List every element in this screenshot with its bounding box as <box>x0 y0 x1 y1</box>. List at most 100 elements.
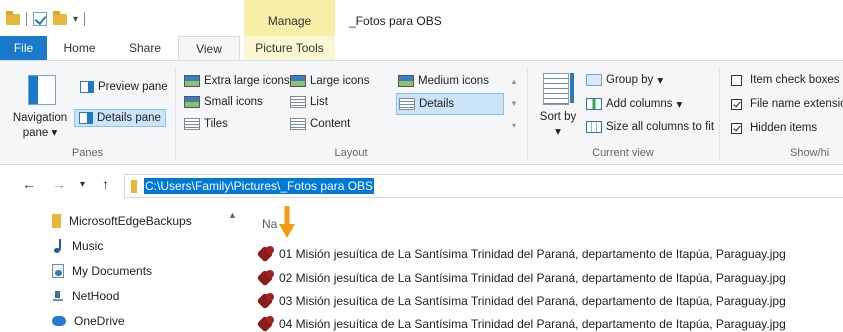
details-label: Details <box>419 98 455 110</box>
size-columns-icon <box>586 121 602 133</box>
navigation-pane-button[interactable]: Navigation pane ▾ <box>4 111 76 141</box>
large-icons-icon <box>290 75 306 87</box>
nav-item-label: My Documents <box>72 264 153 278</box>
folder-icon <box>52 214 61 228</box>
tab-view[interactable]: View <box>178 36 240 61</box>
navigation-pane-icon[interactable] <box>28 75 56 105</box>
folder-icon <box>131 180 137 193</box>
manage-context-label: Manage <box>267 14 312 28</box>
group-by-icon <box>586 74 602 86</box>
size-all-columns-button[interactable]: Size all columns to fit <box>586 121 714 133</box>
details-pane-button[interactable]: Details pane <box>74 109 166 127</box>
tab-share[interactable]: Share <box>112 36 178 61</box>
show-hide-group-label: Show/hi <box>790 147 830 159</box>
hidden-items-toggle[interactable]: Hidden items <box>731 122 817 134</box>
item-check-boxes-checkbox[interactable] <box>731 74 742 86</box>
sort-arrow-icon <box>570 73 574 103</box>
layout-details[interactable]: Details <box>396 93 504 115</box>
tiles-label: Tiles <box>204 118 228 130</box>
layout-extra-large-icons[interactable]: Extra large icons <box>184 75 290 87</box>
group-divider <box>175 67 176 159</box>
sort-by-button[interactable]: Sort by ▾ <box>538 110 578 140</box>
layout-group-label: Layout <box>334 147 368 159</box>
layout-small-icons[interactable]: Small icons <box>184 96 263 108</box>
address-path[interactable]: C:\Users\Family\Pictures\_Fotos para OBS <box>144 178 375 194</box>
nav-item-label: NetHood <box>72 289 120 303</box>
address-bar[interactable]: C:\Users\Family\Pictures\_Fotos para OBS <box>124 174 843 198</box>
chevron-down-icon: ▾ <box>676 99 683 111</box>
navigation-pane-label: Navigation pane <box>12 112 68 139</box>
file-row[interactable]: 01 Misión jesuítica de La Santísima Trin… <box>257 243 786 265</box>
tab-picture-tools[interactable]: Picture Tools <box>244 36 335 61</box>
nav-item-my-documents[interactable]: My Documents <box>52 260 152 282</box>
sort-by-icon[interactable] <box>543 73 569 105</box>
item-check-boxes-label: Item check boxes <box>750 74 840 86</box>
up-arrow-icon[interactable]: ↑ <box>102 176 109 192</box>
tiles-icon <box>184 118 200 130</box>
large-icons-label: Large icons <box>310 75 370 87</box>
content-label: Content <box>310 118 351 130</box>
file-row[interactable]: 03 Misión jesuítica de La Santísima Trin… <box>257 290 786 312</box>
layout-content[interactable]: Content <box>290 118 350 130</box>
image-file-icon <box>257 316 277 332</box>
navigation-bar: ← → ▾ ↑ C:\Users\Family\Pictures\_Fotos … <box>0 166 843 206</box>
medium-icons-label: Medium icons <box>418 75 489 87</box>
file-name: 04 Misión jesuítica de La Santísima Trin… <box>279 317 786 331</box>
layout-tiles[interactable]: Tiles <box>184 118 228 130</box>
navigation-pane: ▲ MicrosoftEdgeBackups Music My Document… <box>0 206 247 332</box>
hidden-items-label: Hidden items <box>750 122 818 134</box>
panes-group-label: Panes <box>71 147 104 159</box>
annotation-arrow-icon <box>279 206 295 238</box>
extra-large-icons-label: Extra large icons <box>204 75 290 87</box>
scroll-up-icon[interactable]: ▲ <box>228 210 237 220</box>
folder-icon <box>6 10 20 25</box>
forward-arrow-icon[interactable]: → <box>52 176 66 192</box>
nav-item-nethood[interactable]: NetHood <box>52 285 119 307</box>
quick-access-toolbar: ▾ <box>6 10 86 28</box>
file-name: 03 Misión jesuítica de La Santísima Trin… <box>279 294 786 308</box>
add-columns-button[interactable]: Add columns ▾ <box>586 97 682 111</box>
back-arrow-icon[interactable]: ← <box>22 176 36 192</box>
file-row[interactable]: 02 Misión jesuítica de La Santísima Trin… <box>257 267 786 289</box>
extra-large-icons-icon <box>184 75 200 87</box>
list-icon <box>290 96 306 108</box>
nav-item-microsoftedgebackups[interactable]: MicrosoftEdgeBackups <box>52 210 192 232</box>
new-folder-icon[interactable] <box>53 10 67 25</box>
customize-toolbar-icon[interactable]: ▾ <box>73 14 78 25</box>
nav-item-label: MicrosoftEdgeBackups <box>69 214 192 228</box>
group-by-button[interactable]: Group by ▾ <box>586 73 663 87</box>
add-columns-label: Add columns <box>606 98 673 110</box>
file-name-extensions-toggle[interactable]: File name extensio <box>731 98 843 110</box>
chevron-down-icon: ▾ <box>51 127 58 139</box>
documents-icon <box>52 264 64 278</box>
group-by-label: Group by <box>606 74 654 86</box>
nav-item-onedrive[interactable]: OneDrive <box>52 310 125 332</box>
file-name: 02 Misión jesuítica de La Santísima Trin… <box>279 271 786 285</box>
window-title: _Fotos para OBS <box>349 14 442 28</box>
ribbon-tabs: File Home Share View Picture Tools <box>0 36 843 61</box>
details-pane-icon <box>79 112 93 124</box>
small-icons-label: Small icons <box>204 96 263 108</box>
preview-pane-label: Preview pane <box>98 81 168 93</box>
tab-file[interactable]: File <box>0 36 47 61</box>
preview-pane-button[interactable]: Preview pane <box>80 81 168 93</box>
item-check-boxes-toggle[interactable]: Item check boxes <box>731 74 839 86</box>
file-row[interactable]: 04 Misión jesuítica de La Santísima Trin… <box>257 313 786 332</box>
details-icon <box>399 98 415 110</box>
properties-icon[interactable] <box>33 12 47 26</box>
group-divider <box>719 67 720 159</box>
tab-home[interactable]: Home <box>47 36 112 61</box>
layout-large-icons[interactable]: Large icons <box>290 75 369 87</box>
file-name-extensions-checkbox[interactable] <box>731 98 742 110</box>
image-file-icon <box>257 246 277 262</box>
medium-icons-icon <box>398 75 414 87</box>
hidden-items-checkbox[interactable] <box>731 122 742 134</box>
content-icon <box>290 118 306 130</box>
column-header-name[interactable]: Na <box>262 217 277 231</box>
layout-list[interactable]: List <box>290 96 328 108</box>
layout-gallery-scroll[interactable]: ▲ ▼ ▾ <box>508 71 520 137</box>
current-view-group-label: Current view <box>592 147 654 159</box>
recent-locations-icon[interactable]: ▾ <box>80 179 85 190</box>
nav-item-music[interactable]: Music <box>52 235 103 257</box>
layout-medium-icons[interactable]: Medium icons <box>398 75 489 87</box>
